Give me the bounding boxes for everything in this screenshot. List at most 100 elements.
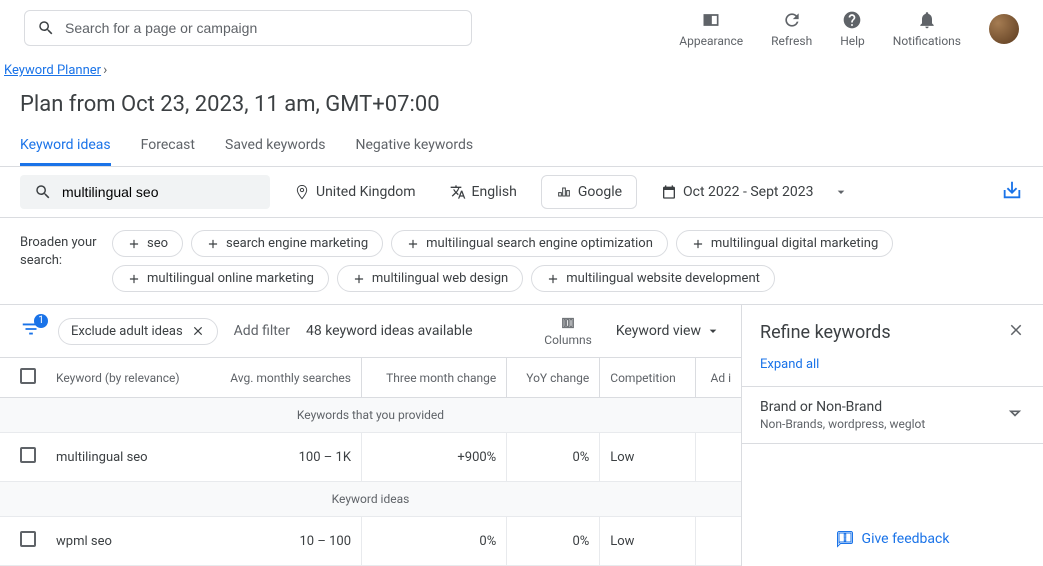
col-ad[interactable]: Ad i [696, 358, 741, 398]
cell-three: 0% [362, 517, 507, 566]
language-filter[interactable]: English [440, 178, 527, 206]
feedback-icon [836, 530, 854, 548]
close-icon [1007, 321, 1025, 339]
view-dropdown[interactable]: Keyword view [616, 323, 721, 339]
global-search[interactable] [24, 10, 472, 46]
keyword-input-container[interactable] [20, 175, 270, 209]
appearance-icon [701, 10, 721, 30]
keywords-table: Keyword (by relevance) Avg. monthly sear… [0, 357, 741, 566]
broaden-chip[interactable]: seo [112, 230, 183, 257]
broaden-chip[interactable]: multilingual website development [531, 265, 775, 292]
cell-keyword: multilingual seo [46, 433, 205, 482]
network-value: Google [578, 184, 622, 200]
col-keyword[interactable]: Keyword (by relevance) [46, 358, 205, 398]
refresh-label: Refresh [771, 34, 812, 48]
section-ideas: Keyword ideas [0, 482, 741, 517]
cell-three: +900% [362, 433, 507, 482]
download-icon [1001, 179, 1023, 201]
notifications-button[interactable]: Notifications [893, 10, 961, 48]
notifications-label: Notifications [893, 34, 961, 48]
plus-icon [691, 237, 705, 251]
breadcrumb: Keyword Planner› [0, 56, 1043, 78]
table-row[interactable]: multilingual seo 100 – 1K +900% 0% Low [0, 433, 741, 482]
tabs: Keyword ideas Forecast Saved keywords Ne… [0, 125, 1043, 167]
refresh-button[interactable]: Refresh [771, 10, 812, 48]
refine-group-title: Brand or Non-Brand [760, 399, 925, 415]
columns-icon [558, 315, 578, 331]
broaden-chip[interactable]: multilingual web design [337, 265, 523, 292]
plus-icon [352, 272, 366, 286]
network-filter[interactable]: Google [541, 175, 637, 209]
refine-panel: Refine keywords Expand all Brand or Non-… [741, 305, 1043, 566]
broaden-chip[interactable]: search engine marketing [191, 230, 383, 257]
language-icon [450, 184, 466, 200]
tab-forecast[interactable]: Forecast [141, 125, 195, 166]
help-button[interactable]: Help [840, 10, 865, 48]
calendar-icon [661, 184, 677, 200]
broaden-chip[interactable]: multilingual online marketing [112, 265, 329, 292]
broaden-chip[interactable]: multilingual search engine optimization [391, 230, 668, 257]
filter-funnel[interactable]: 1 [20, 318, 42, 344]
refine-title: Refine keywords [760, 322, 891, 343]
breadcrumb-link[interactable]: Keyword Planner [4, 63, 101, 78]
broaden-chip[interactable]: multilingual digital marketing [676, 230, 893, 257]
help-label: Help [840, 34, 865, 48]
date-range-filter[interactable]: Oct 2022 - Sept 2023 [651, 178, 859, 206]
close-icon[interactable] [191, 324, 205, 338]
refresh-icon [782, 10, 802, 30]
help-icon [842, 10, 862, 30]
cell-comp: Low [600, 517, 696, 566]
cell-yoy: 0% [507, 517, 600, 566]
col-yoy[interactable]: YoY change [507, 358, 600, 398]
expand-all-link[interactable]: Expand all [742, 351, 1043, 386]
plus-icon [406, 237, 420, 251]
ideas-available: 48 keyword ideas available [306, 323, 473, 339]
cell-keyword: wpml seo [46, 517, 205, 566]
keyword-input[interactable] [62, 184, 256, 200]
broaden-label: Broaden your search: [20, 230, 98, 292]
filter-badge: 1 [34, 314, 48, 328]
bell-icon [917, 10, 937, 30]
page-title: Plan from Oct 23, 2023, 11 am, GMT+07:00 [0, 78, 1043, 125]
location-value: United Kingdom [316, 184, 416, 200]
tab-keyword-ideas[interactable]: Keyword ideas [20, 125, 111, 166]
close-panel-button[interactable] [1007, 321, 1025, 343]
col-avg[interactable]: Avg. monthly searches [205, 358, 361, 398]
search-input[interactable] [65, 20, 459, 36]
col-three-month[interactable]: Three month change [362, 358, 507, 398]
appearance-button[interactable]: Appearance [679, 10, 743, 48]
download-button[interactable] [1001, 179, 1023, 205]
plus-icon [127, 237, 141, 251]
col-competition[interactable]: Competition [600, 358, 696, 398]
cell-avg: 10 – 100 [205, 517, 361, 566]
chevron-right-icon: › [103, 62, 107, 78]
section-provided: Keywords that you provided [0, 398, 741, 433]
tab-saved-keywords[interactable]: Saved keywords [225, 125, 325, 166]
network-icon [556, 184, 572, 200]
exclude-adult-chip[interactable]: Exclude adult ideas [58, 318, 218, 345]
columns-button[interactable]: Columns [544, 315, 592, 347]
refine-group-sub: Non-Brands, wordpress, weglot [760, 417, 925, 431]
location-filter[interactable]: United Kingdom [284, 178, 426, 206]
row-checkbox[interactable] [20, 447, 36, 463]
cell-comp: Low [600, 433, 696, 482]
chevron-down-icon [705, 323, 721, 339]
table-row[interactable]: wpml seo 10 – 100 0% 0% Low [0, 517, 741, 566]
tab-negative-keywords[interactable]: Negative keywords [355, 125, 473, 166]
cell-avg: 100 – 1K [205, 433, 361, 482]
chevron-down-icon [1005, 403, 1025, 427]
date-range-value: Oct 2022 - Sept 2023 [683, 184, 813, 200]
plus-icon [546, 272, 560, 286]
row-checkbox[interactable] [20, 531, 36, 547]
chevron-down-icon [833, 184, 849, 200]
col-checkbox[interactable] [0, 358, 46, 398]
broaden-chips: seo search engine marketing multilingual… [112, 230, 1023, 292]
add-filter-button[interactable]: Add filter [234, 323, 290, 339]
cell-yoy: 0% [507, 433, 600, 482]
avatar[interactable] [989, 14, 1019, 44]
search-icon [37, 19, 55, 37]
refine-group-brand[interactable]: Brand or Non-Brand Non-Brands, wordpress… [742, 386, 1043, 444]
plus-icon [127, 272, 141, 286]
give-feedback-button[interactable]: Give feedback [742, 512, 1043, 566]
appearance-label: Appearance [679, 34, 743, 48]
